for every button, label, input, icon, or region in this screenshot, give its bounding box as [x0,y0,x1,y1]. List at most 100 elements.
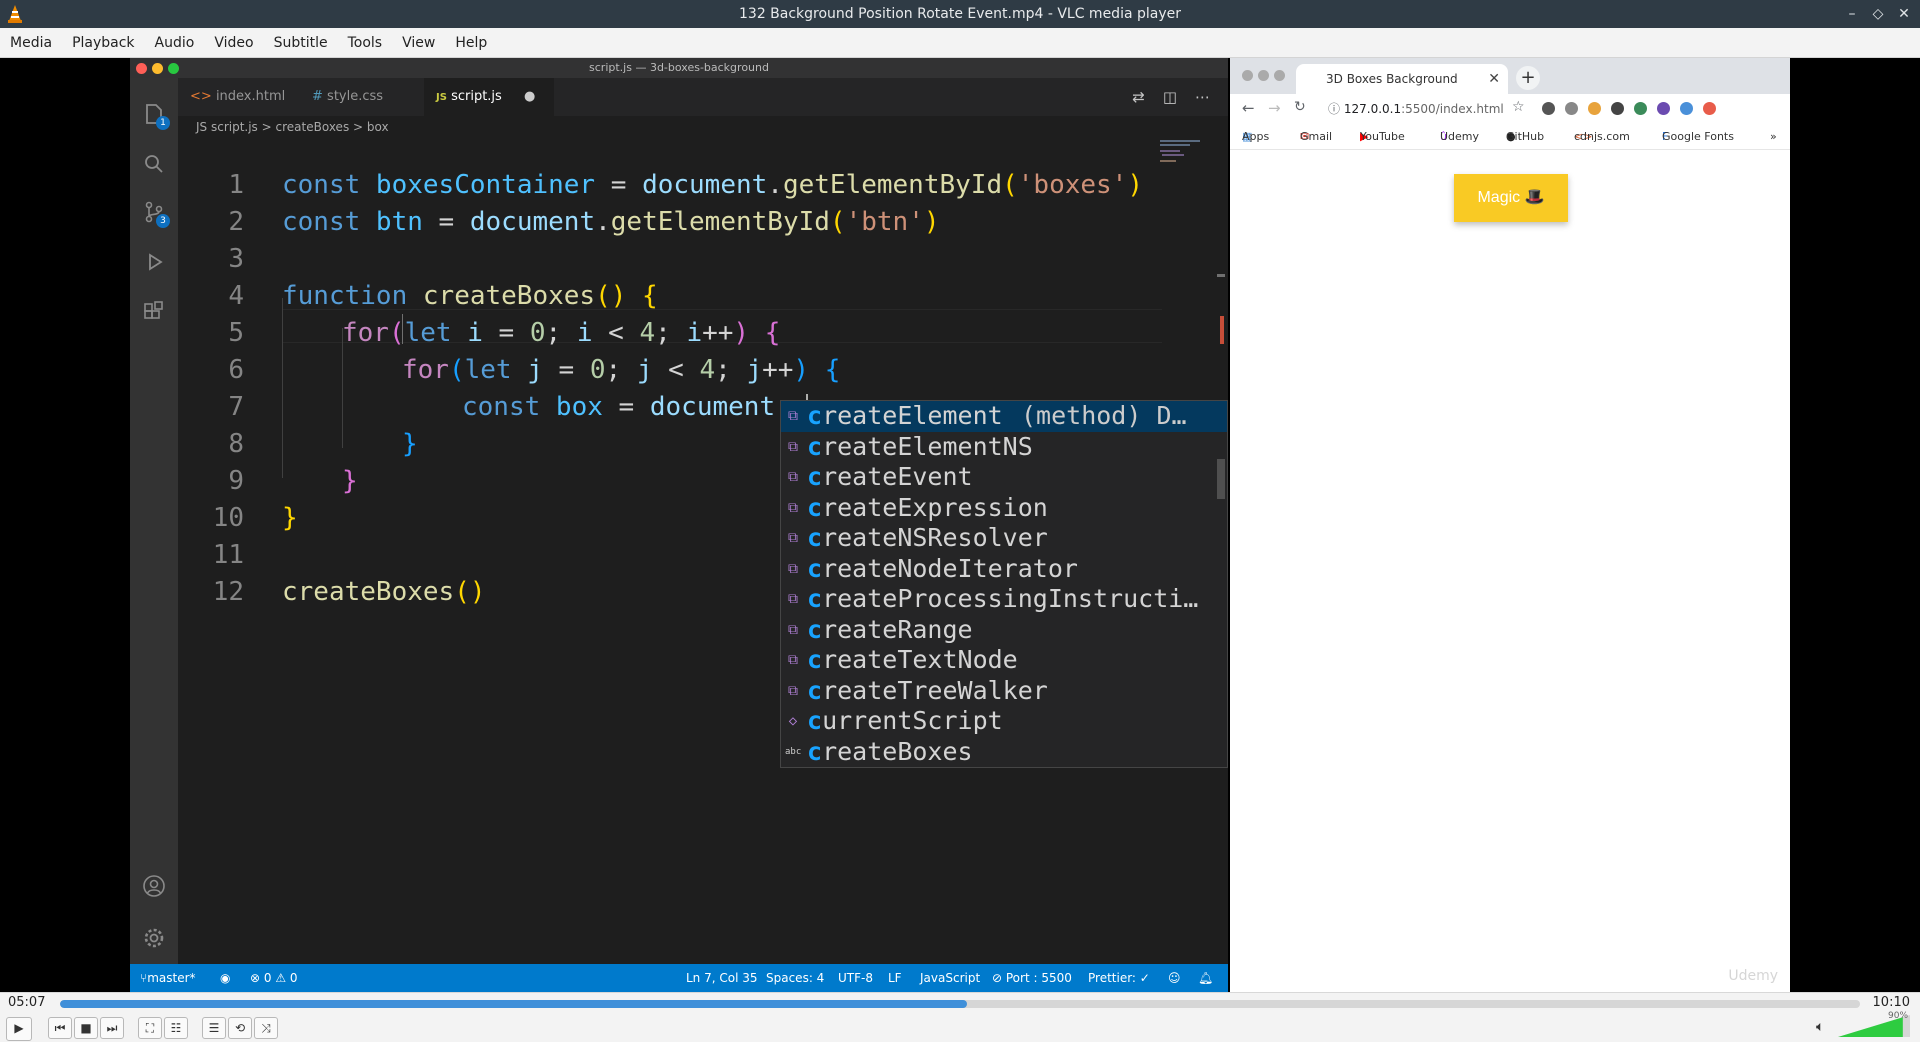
method-symbol-icon: ⧉ [788,408,798,424]
menu-help[interactable]: Help [445,35,497,51]
menu-audio[interactable]: Audio [145,35,205,51]
mac-minimize-dot [152,63,163,74]
suggestion-item[interactable]: ⧉ createProcessingInstructi… [781,584,1227,615]
extension-icon[interactable] [1680,102,1693,115]
css-file-icon: # [312,89,323,104]
minimize-button[interactable]: – [1844,6,1860,22]
close-tab-icon[interactable]: ✕ [1488,64,1500,94]
extension-icon[interactable] [1634,102,1647,115]
live-server-port[interactable]: ⊘ Port : 5500 [992,964,1072,992]
shuffle-button[interactable]: ⤨ [254,1017,278,1039]
browser-tab[interactable]: 3D Boxes Background ✕ [1296,64,1508,94]
suggestion-match: c [807,401,823,430]
suggestion-item[interactable]: ⧉ createElement (method) D… [781,401,1227,432]
new-tab-button[interactable]: + [1516,66,1540,90]
extension-icon[interactable] [1588,102,1601,115]
menu-playback[interactable]: Playback [62,35,144,51]
menu-subtitle[interactable]: Subtitle [264,35,338,51]
breadcrumb-variable[interactable]: box [367,120,389,134]
eol-status[interactable]: LF [888,964,902,992]
tab-script-js[interactable]: JS script.js ● [424,78,554,116]
split-editor-icon[interactable]: ◫ [1163,88,1177,106]
total-time[interactable]: 10:10 [1873,995,1910,1010]
extension-icon[interactable] [1657,102,1670,115]
code-line-12: createBoxes() [282,577,486,607]
suggestion-scrollbar[interactable] [1217,459,1225,499]
reload-icon[interactable]: ↻ [1294,99,1306,115]
extension-icon[interactable] [1703,102,1716,115]
unsaved-dot-icon[interactable]: ● [524,89,535,104]
magic-button[interactable]: Magic 🎩 [1454,174,1568,222]
loop-button[interactable]: ⟲ [228,1017,252,1039]
prettier-status[interactable]: Prettier: ✓ [1088,964,1150,992]
suggestion-label: reateNSResolver [822,523,1048,552]
explorer-icon[interactable]: 1 [142,102,170,130]
gear-icon[interactable] [142,926,166,950]
encoding-status[interactable]: UTF-8 [838,964,873,992]
forward-icon[interactable]: → [1268,99,1281,117]
suggestion-item[interactable]: ⧉ createNSResolver [781,523,1227,554]
menu-bar: Media Playback Audio Video Subtitle Tool… [0,28,1920,58]
close-button[interactable]: ✕ [1896,6,1912,22]
notifications-bell-icon[interactable]: 🔔︎ [1198,964,1213,992]
extensions-icon[interactable] [142,300,166,324]
search-icon[interactable] [142,152,166,176]
back-icon[interactable]: ← [1242,99,1255,117]
source-control-icon[interactable]: 3 [142,200,170,228]
mac-zoom-dot [168,63,179,74]
suggestion-item[interactable]: ⧉ createRange [781,615,1227,646]
volume-speaker-icon[interactable]: 🔈︎ [1816,1019,1824,1035]
language-mode[interactable]: JavaScript [920,964,980,992]
menu-video[interactable]: Video [204,35,263,51]
open-changes-icon[interactable]: ⇄ [1132,88,1145,106]
suggestion-item[interactable]: ⧉ createNodeIterator [781,554,1227,585]
browser-window: 3D Boxes Background ✕ + ← → ↻ ⓘ 127.0.0.… [1230,58,1790,992]
suggestion-item[interactable]: ⧉ createEvent [781,462,1227,493]
extension-icon[interactable] [1611,102,1624,115]
suggestion-item[interactable]: abc createBoxes [781,737,1227,768]
method-symbol-icon: ⧉ [788,438,798,455]
code-line-5: for(let i = 0; i < 4; i++) { [342,318,781,348]
next-button[interactable]: ⏭︎ [100,1017,124,1039]
suggestion-item[interactable]: ⧉ createTextNode [781,645,1227,676]
minimap[interactable] [1160,138,1210,164]
suggestion-item[interactable]: ⧉ createTreeWalker [781,676,1227,707]
suggestion-match: c [807,492,823,522]
previous-button[interactable]: ⏮︎ [48,1017,72,1039]
browser-tab-strip: 3D Boxes Background ✕ + [1230,58,1790,94]
menu-tools[interactable]: Tools [338,35,393,51]
playlist-button[interactable]: ☰ [202,1017,226,1039]
suggestion-item[interactable]: ⧉ createElementNS [781,432,1227,463]
stop-button[interactable]: ■ [74,1017,98,1039]
more-bookmarks-icon[interactable]: » [1770,124,1777,150]
suggestion-item[interactable]: ⧉ createExpression [781,493,1227,524]
extension-icon[interactable] [1565,102,1578,115]
live-share-icon[interactable]: ◉ [220,964,230,992]
seek-slider[interactable] [60,1000,1860,1008]
breadcrumb-function[interactable]: createBoxes [276,120,350,134]
menu-media[interactable]: Media [0,35,62,51]
account-icon[interactable] [142,874,166,898]
video-area[interactable]: script.js — 3d-boxes-background 1 3 <> i… [0,58,1920,992]
extension-icon[interactable] [1542,102,1555,115]
branch-status[interactable]: ⑂ master* [140,964,196,992]
menu-view[interactable]: View [392,35,445,51]
fullscreen-button[interactable]: ⛶ [138,1017,162,1039]
more-actions-icon[interactable]: ⋯ [1195,88,1210,106]
suggestion-item[interactable]: ◇ currentScript [781,706,1227,737]
indentation-status[interactable]: Spaces: 4 [766,964,824,992]
maximize-button[interactable]: ◇ [1870,6,1886,22]
problems-status[interactable]: ⊗ 0 ⚠ 0 [250,964,298,992]
tab-style-css[interactable]: # style.css [300,78,424,116]
bookmark-star-icon[interactable]: ☆ [1512,99,1525,115]
code-line-6: for(let j = 0; j < 4; j++) { [402,355,841,385]
breadcrumb-file[interactable]: JS script.js [196,120,258,134]
tab-index-html[interactable]: <> index.html [178,78,300,116]
play-button[interactable]: ▶ [6,1017,32,1041]
cursor-position[interactable]: Ln 7, Col 35 [686,964,758,992]
feedback-icon[interactable]: ☺ [1168,964,1181,992]
elapsed-time[interactable]: 05:07 [8,995,45,1010]
extended-settings-button[interactable]: ☷ [164,1017,188,1039]
run-debug-icon[interactable] [142,250,166,274]
volume-percent: 90% [1888,1011,1909,1021]
